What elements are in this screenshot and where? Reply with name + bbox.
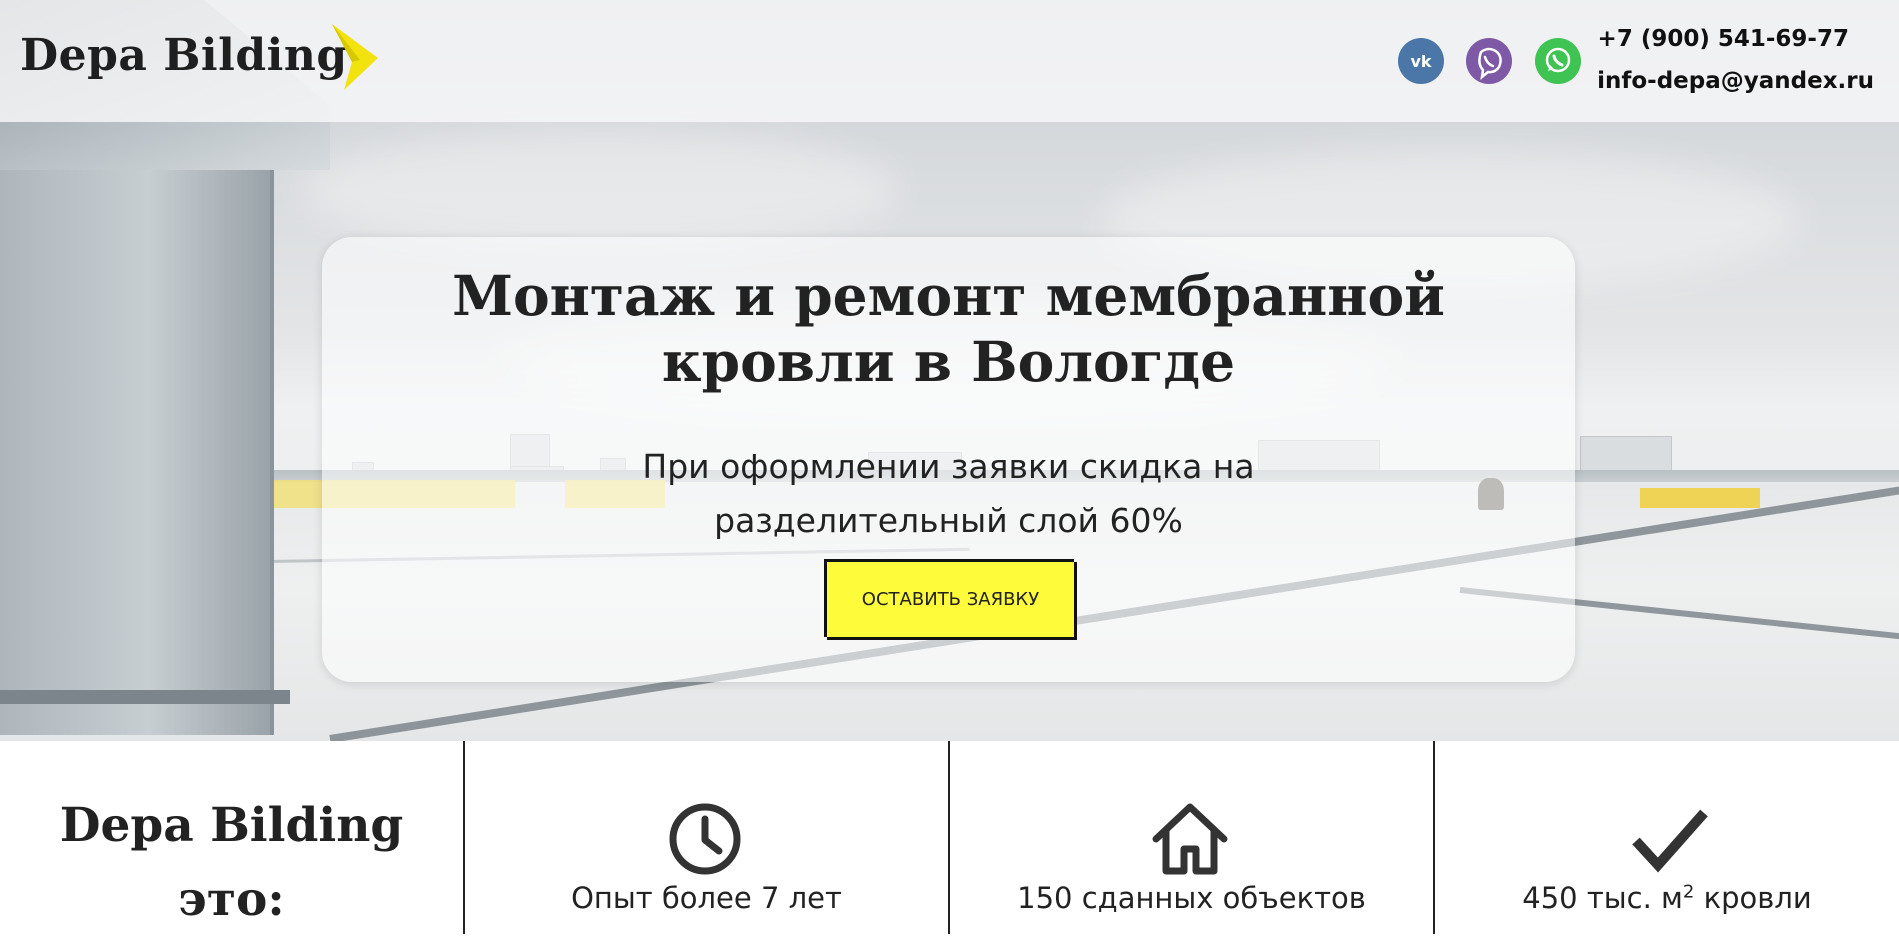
vk-icon[interactable]: vk [1398, 38, 1444, 84]
stat-area-value: 450 тыс. м [1522, 881, 1683, 915]
about-title-line1: Depa Bilding [59, 798, 404, 853]
whatsapp-icon[interactable] [1535, 38, 1581, 84]
stats-strip: Depa Bilding это: Опыт более 7 лет 150 с… [0, 741, 1899, 934]
checkmark-icon [1632, 809, 1708, 873]
about-block: Depa Bilding это: [0, 741, 463, 934]
hero-title-line2: кровли в Вологде [661, 329, 1236, 394]
stat-area: 450 тыс. м2 кровли [1435, 741, 1899, 934]
stat-objects-label: 150 сданных объектов [1017, 881, 1366, 915]
hero-card: Монтаж и ремонт мембранной кровли в Воло… [322, 237, 1575, 682]
clock-icon [669, 803, 741, 875]
stat-objects: 150 сданных объектов [950, 741, 1433, 934]
stat-area-unit-sup: 2 [1682, 881, 1695, 903]
stat-experience: Опыт более 7 лет [465, 741, 948, 934]
logo-arrow-icon[interactable] [330, 22, 380, 92]
hero-subtitle-line2: разделительный слой 60% [714, 501, 1183, 540]
stat-area-suffix: кровли [1694, 881, 1812, 915]
hero-subtitle: При оформлении заявки скидка на разделит… [322, 440, 1575, 548]
home-icon [1152, 803, 1228, 875]
site-header: Depa Bilding vk +7 (900) 541-69-77 info-… [0, 0, 1899, 122]
hero-title-line1: Монтаж и ремонт мембранной [452, 263, 1445, 328]
viber-icon[interactable] [1466, 38, 1512, 84]
about-title: Depa Bilding это: [0, 789, 463, 937]
submit-request-button[interactable]: ОСТАВИТЬ ЗАЯВКУ [824, 559, 1074, 637]
hero-subtitle-line1: При оформлении заявки скидка на [642, 447, 1255, 486]
phone-link[interactable]: +7 (900) 541-69-77 [1598, 26, 1849, 52]
about-title-line2: это: [178, 872, 285, 927]
svg-text:vk: vk [1410, 52, 1431, 71]
stat-area-label: 450 тыс. м2 кровли [1435, 881, 1899, 915]
stat-experience-label: Опыт более 7 лет [571, 881, 842, 915]
email-link[interactable]: info-depa@yandex.ru [1597, 68, 1874, 94]
hero-title: Монтаж и ремонт мембранной кровли в Воло… [322, 263, 1575, 395]
logo-text[interactable]: Depa Bilding [20, 30, 348, 81]
